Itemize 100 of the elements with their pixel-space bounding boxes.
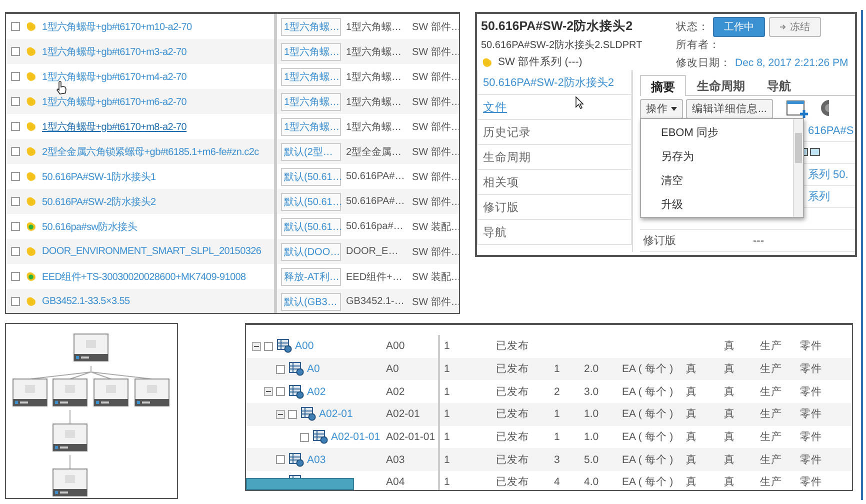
item-link[interactable]: A0 <box>307 363 320 376</box>
table-cell: 零件 <box>800 476 822 488</box>
checkbox[interactable] <box>11 172 20 181</box>
checkbox[interactable] <box>276 364 285 374</box>
collapse-toggle[interactable] <box>264 387 273 396</box>
table-cell: A03 <box>386 454 405 466</box>
table-cell: 3.0 <box>584 386 599 398</box>
collapse-toggle[interactable] <box>276 410 285 419</box>
item-link[interactable]: A02-01 <box>319 408 353 420</box>
checkbox[interactable] <box>11 197 20 206</box>
nav-item[interactable]: 相关项 <box>477 170 632 195</box>
collapse-toggle[interactable] <box>252 342 261 351</box>
table-cell: 已发布 <box>496 363 529 376</box>
checkbox[interactable] <box>276 387 285 396</box>
table-cell: 真 <box>686 386 697 398</box>
item-link[interactable]: 1型六角螺母+gb#t6170+m4-a2-70 <box>42 70 274 84</box>
table-cell: 1型六角螺… <box>281 68 341 86</box>
table-cell: A04 <box>386 476 405 488</box>
item-link[interactable]: 50.616pa#sw防水接头 <box>42 220 274 234</box>
nav-item[interactable]: 修订版 <box>477 195 632 220</box>
table-cell: 1 <box>444 408 450 420</box>
globe-icon[interactable] <box>818 99 829 119</box>
part-icon <box>481 56 493 68</box>
table-cell-text: 50.616pa#… <box>346 221 404 232</box>
nav-item[interactable]: 历史记录 <box>477 120 632 145</box>
item-link[interactable]: DOOR_ENVIRONMENT_SMART_SLPL_20150326 <box>42 246 274 257</box>
checkbox[interactable] <box>11 247 20 256</box>
scrollbar[interactable] <box>793 119 803 217</box>
item-link[interactable]: 1型六角螺母+gb#t6170+m6-a2-70 <box>42 94 274 108</box>
table-cell: 50.616PA#… <box>346 196 406 207</box>
part-icon <box>25 171 37 182</box>
item-link[interactable]: A00 <box>295 340 314 352</box>
item-link[interactable]: 50.616PA#SW-1防水接头1 <box>42 170 274 184</box>
checkbox[interactable] <box>264 342 273 351</box>
assembly-icon <box>313 430 328 444</box>
tab[interactable]: 导航 <box>756 75 802 95</box>
property-value: 系列 <box>808 190 830 204</box>
nav-item[interactable]: 生命周期 <box>477 145 632 170</box>
checkbox[interactable] <box>11 72 20 81</box>
table-cell: 1 <box>444 476 450 488</box>
table-cell: 零件 <box>800 408 822 420</box>
table-cell: 3 <box>554 454 560 466</box>
table-cell: A0 <box>386 363 399 376</box>
table-cell: 默认(DOO… <box>281 242 341 260</box>
checkbox[interactable] <box>11 47 20 56</box>
checkbox[interactable] <box>11 297 20 306</box>
checkbox[interactable] <box>276 455 285 464</box>
table-cell-text: 1型六角螺… <box>346 96 403 108</box>
checkbox[interactable] <box>11 272 20 281</box>
menu-item[interactable]: 升级 <box>661 195 793 214</box>
status-button[interactable]: 工作中 <box>713 16 765 36</box>
menu-item[interactable]: 清空 <box>661 171 793 190</box>
menu-item[interactable]: 另存为 <box>661 147 793 166</box>
property-value: 616PA#S <box>808 124 854 136</box>
diagram-node[interactable] <box>52 468 88 496</box>
checkbox[interactable] <box>11 97 20 106</box>
item-link[interactable]: A03 <box>307 454 326 466</box>
checkbox[interactable] <box>11 22 20 31</box>
part-icon <box>25 196 37 207</box>
item-link[interactable]: 2型全金属六角锁紧螺母+gb#t6185.1+m6-fe#zn.c2c <box>42 144 274 158</box>
item-link[interactable]: GB3452.1-33.5×3.55 <box>42 296 274 307</box>
tab[interactable]: 生命周期 <box>686 75 756 95</box>
actions-button[interactable]: 操作 <box>640 99 683 119</box>
checkbox[interactable] <box>11 147 20 156</box>
item-link[interactable]: A02-01-01 <box>331 431 380 444</box>
diagram-node[interactable] <box>12 378 48 406</box>
table-cell: 已发布 <box>496 408 529 420</box>
nav-heading[interactable]: 50.616PA#SW-2防水接头2 <box>477 70 632 95</box>
property-label: 修订版 <box>642 234 677 248</box>
table-cell: 1 <box>444 386 450 398</box>
menu-item[interactable]: EBOM 同步 <box>661 123 793 142</box>
property-value: --- <box>753 234 764 246</box>
diagram-node[interactable] <box>52 378 88 406</box>
table-cell: 真 <box>724 476 735 488</box>
tab[interactable]: 摘要 <box>640 75 686 96</box>
status-label: 状态： <box>676 20 709 34</box>
table-cell: A02-01-01 <box>386 431 436 444</box>
diagram-node[interactable] <box>94 378 128 406</box>
item-link[interactable]: A02 <box>307 386 326 398</box>
diagram-node[interactable] <box>52 424 88 452</box>
table-cell: 1型六角螺… <box>281 42 341 60</box>
status-button[interactable]: 冻结 <box>769 16 821 36</box>
item-link[interactable]: 1型六角螺母+gb#t6170+m10-a2-70 <box>42 20 274 34</box>
nav-item[interactable]: 导航 <box>477 220 632 245</box>
checkbox[interactable] <box>11 122 20 131</box>
table-cell: 已发布 <box>496 431 529 444</box>
diagram-node[interactable] <box>134 378 170 406</box>
checkbox[interactable] <box>11 222 20 231</box>
table-cell: 真 <box>686 363 697 376</box>
table-cell-text: GB3452.1-… <box>346 296 406 307</box>
item-link[interactable]: 1型六角螺母+gb#t6170+m8-a2-70 <box>42 120 274 134</box>
item-link[interactable]: 1型六角螺母+gb#t6170+m3-a2-70 <box>42 44 274 58</box>
assembly-icon <box>277 339 292 354</box>
checkbox[interactable] <box>288 410 297 419</box>
edit-button[interactable]: 编辑详细信息... <box>686 99 773 119</box>
item-link[interactable]: EED组件+TS-30030020028600+MK7409-91008 <box>42 270 274 284</box>
diagram-node[interactable] <box>74 334 108 362</box>
item-link[interactable]: 50.616PA#SW-2防水接头2 <box>42 194 274 208</box>
assembly-icon <box>289 362 304 376</box>
checkbox[interactable] <box>300 432 309 442</box>
